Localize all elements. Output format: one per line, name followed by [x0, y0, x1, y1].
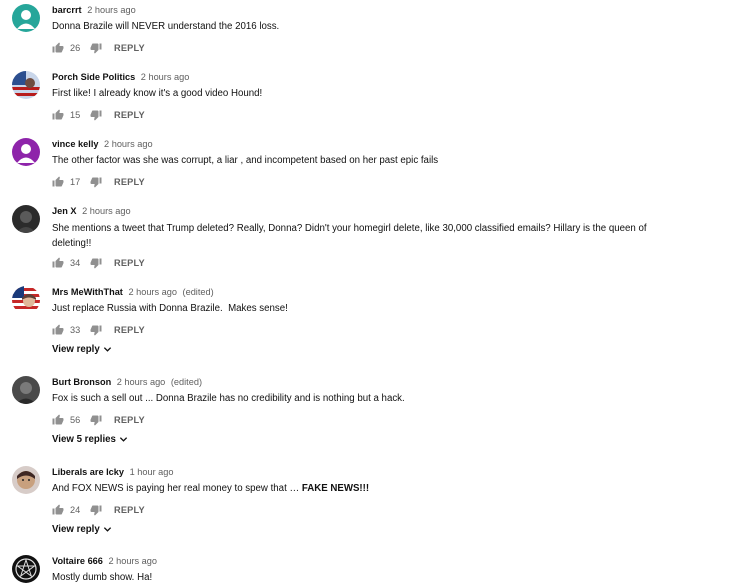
thumbs-down-icon[interactable] [90, 504, 102, 516]
thumbs-down-icon[interactable] [90, 324, 102, 336]
reply-button[interactable]: REPLY [114, 505, 145, 515]
reply-button[interactable]: REPLY [114, 415, 145, 425]
comment-time[interactable]: 1 hour ago [130, 467, 174, 477]
edited-label: (edited) [182, 287, 214, 297]
thumbs-down-icon[interactable] [90, 109, 102, 121]
like-count: 15 [70, 110, 81, 120]
view-replies-button[interactable]: View reply [52, 344, 112, 355]
chevron-down-icon [103, 345, 112, 354]
us-flag-photo-avatar [12, 286, 40, 314]
comment-text: Just replace Russia with Donna Brazile. … [52, 303, 288, 314]
reply-button[interactable]: REPLY [114, 325, 145, 335]
comment-time[interactable]: 2 hours ago [108, 556, 157, 566]
thumbs-up-icon[interactable] [52, 109, 64, 121]
avatar[interactable] [12, 555, 40, 583]
comment-author[interactable]: Mrs MeWithThat [52, 287, 123, 297]
man-photo-avatar [12, 376, 40, 404]
chevron-down-icon [119, 435, 128, 444]
flag-photo-avatar [12, 71, 40, 99]
avatar[interactable] [12, 205, 40, 233]
comment-author[interactable]: Jen X [52, 206, 77, 216]
view-replies-label: View reply [52, 344, 100, 355]
thumbs-down-icon[interactable] [90, 414, 102, 426]
like-count: 34 [70, 258, 81, 268]
comment-author[interactable]: Liberals are Icky [52, 467, 124, 477]
reply-button[interactable]: REPLY [114, 177, 145, 187]
comment-author[interactable]: vince kelly [52, 139, 98, 149]
comment-time[interactable]: 2 hours ago [141, 72, 190, 82]
pentagram-avatar [12, 555, 40, 583]
thumbs-down-icon[interactable] [90, 42, 102, 54]
comment-time[interactable]: 2 hours ago [82, 206, 131, 216]
view-replies-label: View 5 replies [52, 434, 116, 445]
comment-text-line: deleting!! [52, 238, 92, 249]
comment-text: Fox is such a sell out ... Donna Brazile… [52, 393, 405, 404]
person-silhouette-icon [12, 138, 40, 166]
comment-text-bold: FAKE NEWS!!! [301, 483, 370, 494]
comment-time[interactable]: 2 hours ago [117, 377, 166, 387]
comment-time[interactable]: 2 hours ago [104, 139, 153, 149]
reply-button[interactable]: REPLY [114, 110, 145, 120]
like-count: 17 [70, 177, 81, 187]
comment-text: And FOX NEWS is paying her real money to… [52, 481, 672, 496]
view-replies-button[interactable]: View reply [52, 524, 112, 535]
like-count: 24 [70, 505, 81, 515]
comment-author[interactable]: Porch Side Politics [52, 72, 135, 82]
comment-time[interactable]: 2 hours ago [128, 287, 177, 297]
comment-time[interactable]: 2 hours ago [87, 5, 136, 15]
thumbs-up-icon[interactable] [52, 324, 64, 336]
avatar[interactable] [12, 286, 40, 314]
comment-author[interactable]: barcrrt [52, 5, 82, 15]
comment-text-plain: And FOX NEWS is paying her real money to… [52, 483, 302, 494]
thumbs-up-icon[interactable] [52, 42, 64, 54]
avatar[interactable] [12, 4, 40, 32]
thumbs-down-icon[interactable] [90, 257, 102, 269]
comment-text: First like! I already know it's a good v… [52, 88, 263, 99]
like-count: 33 [70, 325, 81, 335]
avatar[interactable] [12, 138, 40, 166]
avatar[interactable] [12, 466, 40, 494]
like-count: 26 [70, 43, 81, 53]
comment-text: The other factor was she was corrupt, a … [52, 155, 439, 166]
view-replies-label: View reply [52, 524, 100, 535]
reply-button[interactable]: REPLY [114, 43, 145, 53]
comment-text-line: She mentions a tweet that Trump deleted?… [52, 223, 647, 234]
like-count: 56 [70, 415, 81, 425]
comment-text: Donna Brazile will NEVER understand the … [52, 21, 280, 32]
thumbs-up-icon[interactable] [52, 257, 64, 269]
comment-text: She mentions a tweet that Trump deleted?… [52, 221, 672, 251]
avatar[interactable] [12, 71, 40, 99]
comment-author[interactable]: Voltaire 666 [52, 556, 103, 566]
chevron-down-icon [103, 525, 112, 534]
comment-text: Mostly dumb show. Ha! [52, 572, 153, 583]
thumbs-up-icon[interactable] [52, 414, 64, 426]
thumbs-up-icon[interactable] [52, 176, 64, 188]
thumbs-down-icon[interactable] [90, 176, 102, 188]
view-replies-button[interactable]: View 5 replies [52, 434, 128, 445]
edited-label: (edited) [170, 377, 203, 387]
person-silhouette-icon [12, 4, 40, 32]
reply-button[interactable]: REPLY [114, 258, 145, 268]
dark-photo-avatar [12, 205, 40, 233]
face-photo-avatar [12, 466, 40, 494]
thumbs-up-icon[interactable] [52, 504, 64, 516]
comment-author[interactable]: Burt Bronson [52, 377, 111, 387]
avatar[interactable] [12, 376, 40, 404]
